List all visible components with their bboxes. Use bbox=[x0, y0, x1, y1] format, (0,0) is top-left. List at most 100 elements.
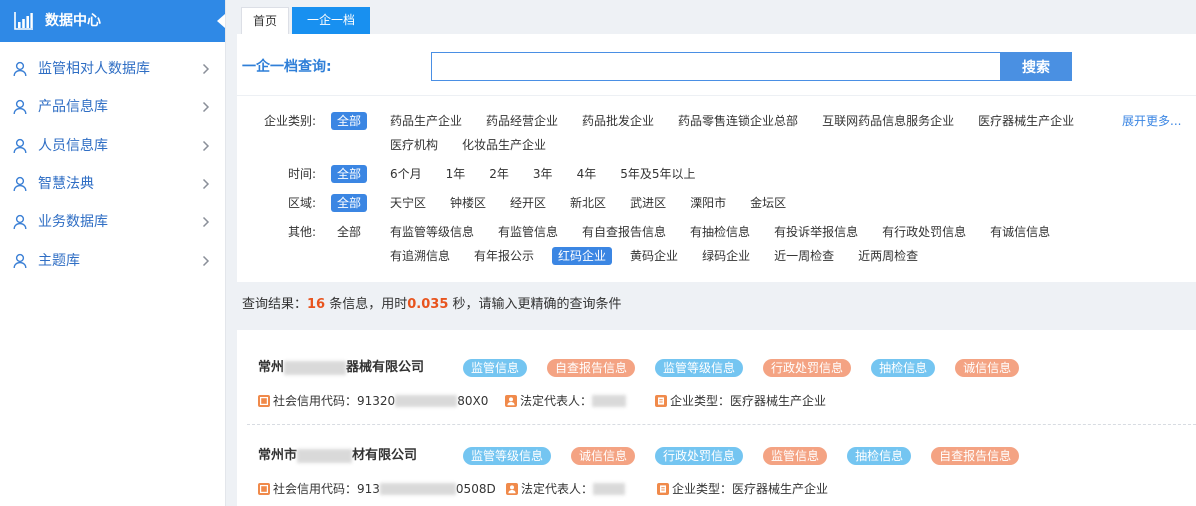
region-option[interactable]: 溧阳市 bbox=[684, 194, 732, 212]
tab-enterprise-profile[interactable]: 一企一档 bbox=[292, 7, 370, 34]
sidebar-item-business-data[interactable]: 业务数据库 bbox=[0, 203, 225, 241]
time-option[interactable]: 6个月 bbox=[384, 165, 428, 183]
category-option[interactable]: 药品经营企业 bbox=[480, 112, 564, 130]
category-option[interactable]: 药品生产企业 bbox=[384, 112, 468, 130]
info-tag[interactable]: 诚信信息 bbox=[571, 447, 636, 465]
info-tag[interactable]: 抽检信息 bbox=[871, 359, 936, 377]
result-separator bbox=[247, 424, 1196, 425]
redacted-text bbox=[593, 483, 626, 495]
time-option[interactable]: 5年及5年以上 bbox=[614, 165, 701, 183]
other-option[interactable]: 黄码企业 bbox=[624, 247, 684, 265]
summary-prefix: 查询结果： bbox=[242, 297, 308, 312]
redacted-text bbox=[284, 360, 347, 375]
other-option[interactable]: 有投诉举报信息 bbox=[768, 223, 864, 241]
time-option[interactable]: 4年 bbox=[571, 165, 603, 183]
other-option[interactable]: 近一周检查 bbox=[768, 247, 840, 265]
credit-code-prefix: 91320 bbox=[357, 394, 396, 408]
sidebar-header[interactable]: 数据中心 bbox=[0, 0, 225, 42]
category-option-all[interactable]: 全部 bbox=[331, 112, 367, 130]
other-option[interactable]: 有追溯信息 bbox=[384, 247, 456, 265]
region-option[interactable]: 金坛区 bbox=[744, 194, 792, 212]
other-option[interactable]: 有自查报告信息 bbox=[576, 223, 672, 241]
info-tag[interactable]: 监管等级信息 bbox=[655, 359, 744, 377]
chevron-right-icon bbox=[202, 63, 210, 75]
id-card-icon bbox=[258, 395, 270, 407]
region-options: 天宁区 钟楼区 经开区 新北区 武进区 溧阳市 金坛区 bbox=[384, 191, 804, 215]
sidebar-item-personnel[interactable]: 人员信息库 bbox=[0, 127, 225, 165]
other-options: 有监管等级信息 有监管信息 有自查报告信息 有抽检信息 有投诉举报信息 有行政处… bbox=[384, 220, 1068, 244]
other-option[interactable]: 近两周检查 bbox=[852, 247, 924, 265]
company-name[interactable]: 常州 器械有限公司 bbox=[258, 358, 424, 378]
company-name-prefix: 常州市 bbox=[258, 448, 298, 463]
company-name-suffix: 材有限公司 bbox=[352, 448, 418, 463]
sidebar-item-label: 人员信息库 bbox=[38, 138, 108, 154]
category-option[interactable]: 药品零售连锁企业总部 bbox=[672, 112, 804, 130]
company-type-label: 企业类型： bbox=[670, 394, 731, 408]
other-option[interactable]: 有监管信息 bbox=[492, 223, 564, 241]
region-option[interactable]: 新北区 bbox=[564, 194, 612, 212]
chevron-right-icon bbox=[202, 255, 210, 267]
category-options: 药品生产企业 药品经营企业 药品批发企业 药品零售连锁企业总部 互联网药品信息服… bbox=[384, 109, 1092, 133]
other-option[interactable]: 有抽检信息 bbox=[684, 223, 756, 241]
info-tag[interactable]: 自查报告信息 bbox=[931, 447, 1020, 465]
redacted-text bbox=[395, 395, 458, 407]
info-tag[interactable]: 抽检信息 bbox=[847, 447, 912, 465]
sidebar-item-label: 业务数据库 bbox=[38, 214, 108, 230]
category-option[interactable]: 药品批发企业 bbox=[576, 112, 660, 130]
region-option[interactable]: 钟楼区 bbox=[444, 194, 492, 212]
time-option[interactable]: 2年 bbox=[483, 165, 515, 183]
credit-code-field: 社会信用代码： 91320 80X0 bbox=[258, 393, 488, 409]
company-name[interactable]: 常州市 材有限公司 bbox=[258, 446, 417, 466]
other-option-selected[interactable]: 红码企业 bbox=[552, 247, 613, 265]
region-option[interactable]: 经开区 bbox=[504, 194, 552, 212]
category-option[interactable]: 医疗器械生产企业 bbox=[972, 112, 1080, 130]
summary-suffix: 秒，请输入更精确的查询条件 bbox=[448, 297, 622, 312]
legal-rep-label: 法定代表人： bbox=[520, 394, 593, 408]
redacted-text bbox=[297, 448, 353, 463]
info-tag[interactable]: 行政处罚信息 bbox=[763, 359, 852, 377]
search-input[interactable] bbox=[431, 52, 1001, 81]
other-option[interactable]: 有年报公示 bbox=[468, 247, 540, 265]
region-option[interactable]: 天宁区 bbox=[384, 194, 432, 212]
category-option[interactable]: 互联网药品信息服务企业 bbox=[816, 112, 960, 130]
legal-rep-field: 法定代表人： bbox=[505, 393, 627, 409]
tab-home[interactable]: 首页 bbox=[241, 7, 289, 34]
time-option[interactable]: 1年 bbox=[440, 165, 472, 183]
credit-code-suffix: 80X0 bbox=[457, 394, 489, 408]
time-option-all[interactable]: 全部 bbox=[331, 165, 367, 183]
chevron-right-icon bbox=[202, 101, 210, 113]
other-option[interactable]: 有监管等级信息 bbox=[384, 223, 480, 241]
info-tag[interactable]: 自查报告信息 bbox=[547, 359, 636, 377]
query-time: 0.035 bbox=[407, 297, 449, 312]
category-option[interactable]: 化妆品生产企业 bbox=[456, 136, 552, 154]
user-icon bbox=[13, 253, 29, 269]
expand-more-link[interactable]: 展开更多... bbox=[1122, 109, 1194, 133]
sidebar-item-products[interactable]: 产品信息库 bbox=[0, 88, 225, 126]
category-option[interactable]: 医疗机构 bbox=[384, 136, 444, 154]
info-tag[interactable]: 监管信息 bbox=[763, 447, 828, 465]
person-icon bbox=[505, 395, 517, 407]
sidebar-title: 数据中心 bbox=[45, 13, 101, 29]
other-option[interactable]: 有诚信信息 bbox=[984, 223, 1056, 241]
sidebar-item-legal-code[interactable]: 智慧法典 bbox=[0, 165, 225, 203]
sidebar-item-topics[interactable]: 主题库 bbox=[0, 242, 225, 280]
other-option[interactable]: 绿码企业 bbox=[696, 247, 756, 265]
redacted-text bbox=[592, 395, 627, 407]
region-option[interactable]: 武进区 bbox=[624, 194, 672, 212]
filter-label-other: 其他: bbox=[287, 225, 316, 239]
time-option[interactable]: 3年 bbox=[527, 165, 559, 183]
region-option-all[interactable]: 全部 bbox=[331, 194, 367, 212]
info-tags: 监管等级信息 诚信信息 行政处罚信息 监管信息 抽检信息 自查报告信息 bbox=[463, 447, 1020, 465]
bar-chart-icon bbox=[14, 12, 34, 30]
info-tag[interactable]: 监管信息 bbox=[463, 359, 528, 377]
info-tag[interactable]: 监管等级信息 bbox=[463, 447, 552, 465]
search-button[interactable]: 搜索 bbox=[1000, 52, 1072, 81]
info-tag[interactable]: 行政处罚信息 bbox=[655, 447, 744, 465]
sidebar-item-label: 监管相对人数据库 bbox=[38, 61, 150, 77]
other-option[interactable]: 有行政处罚信息 bbox=[876, 223, 972, 241]
sidebar-item-regulated-entities[interactable]: 监管相对人数据库 bbox=[0, 50, 225, 88]
other-option-all[interactable]: 全部 bbox=[331, 223, 367, 241]
user-icon bbox=[13, 176, 29, 192]
info-tag[interactable]: 诚信信息 bbox=[955, 359, 1020, 377]
info-tags: 监管信息 自查报告信息 监管等级信息 行政处罚信息 抽检信息 诚信信息 bbox=[463, 359, 1020, 377]
